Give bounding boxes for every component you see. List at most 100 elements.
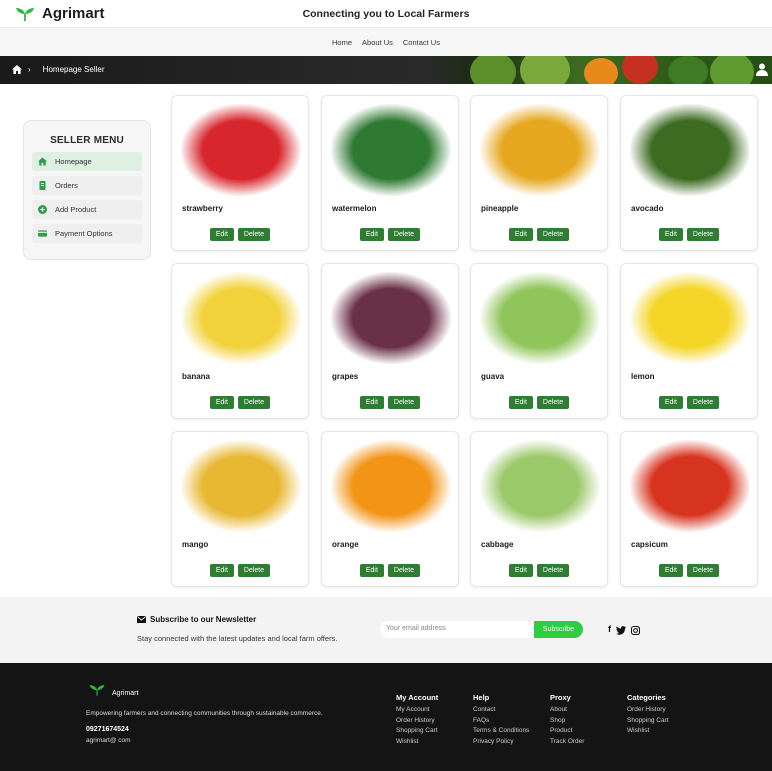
home-icon[interactable] xyxy=(12,65,22,74)
product-name: pineapple xyxy=(481,204,519,213)
breadcrumb: › Homepage Seller xyxy=(12,65,104,74)
breadcrumb-current: Homepage Seller xyxy=(42,65,105,74)
footer-link[interactable]: Contact xyxy=(473,705,529,716)
product-actions: Edit Delete xyxy=(471,228,607,241)
footer-link[interactable]: Order History xyxy=(396,716,438,727)
delete-button[interactable]: Delete xyxy=(536,228,570,241)
product-actions: Edit Delete xyxy=(172,564,308,577)
banner-fruit xyxy=(470,56,516,84)
product-name: orange xyxy=(332,540,359,549)
footer-col-categories: Categories Order History Shopping Cart W… xyxy=(627,693,669,737)
footer-link[interactable]: Wishlist xyxy=(627,726,669,737)
banner-fruit xyxy=(622,56,658,84)
product-name: watermelon xyxy=(332,204,377,213)
site-footer: Agrimart Empowering farmers and connecti… xyxy=(0,663,772,771)
delete-button[interactable]: Delete xyxy=(686,228,720,241)
delete-button[interactable]: Delete xyxy=(387,564,421,577)
footer-link[interactable]: FAQs xyxy=(473,716,529,727)
product-card: lemon Edit Delete xyxy=(620,263,758,419)
edit-button[interactable]: Edit xyxy=(508,396,533,409)
edit-button[interactable]: Edit xyxy=(209,564,234,577)
newsletter-subtitle: Stay connected with the latest updates a… xyxy=(137,634,338,643)
footer-brand-name: Agrimart xyxy=(112,689,139,697)
product-actions: Edit Delete xyxy=(322,228,458,241)
nav-home[interactable]: Home xyxy=(332,38,352,47)
product-card: avocado Edit Delete xyxy=(620,95,758,251)
menu-item-homepage[interactable]: Homepage xyxy=(32,152,142,171)
nav-about-us[interactable]: About Us xyxy=(362,38,393,47)
footer-link[interactable]: Terms & Conditions xyxy=(473,726,529,737)
delete-button[interactable]: Delete xyxy=(536,396,570,409)
product-image xyxy=(480,104,600,196)
menu-item-add-product[interactable]: Add Product xyxy=(32,200,142,219)
email-input[interactable]: Your email address xyxy=(380,621,540,638)
delete-button[interactable]: Delete xyxy=(387,396,421,409)
footer-col-my-account: My Account My Account Order History Shop… xyxy=(396,693,438,748)
delete-button[interactable]: Delete xyxy=(237,228,271,241)
menu-item-label: Add Product xyxy=(55,205,97,214)
add-icon xyxy=(38,205,47,214)
footer-link[interactable]: Shopping Cart xyxy=(396,726,438,737)
facebook-icon[interactable]: f xyxy=(608,624,611,635)
product-card: guava Edit Delete xyxy=(470,263,608,419)
product-name: capsicum xyxy=(631,540,668,549)
footer-link[interactable]: Product xyxy=(550,726,584,737)
footer-brand: Agrimart xyxy=(88,683,138,697)
edit-button[interactable]: Edit xyxy=(658,396,683,409)
edit-button[interactable]: Edit xyxy=(359,228,384,241)
edit-button[interactable]: Edit xyxy=(209,228,234,241)
footer-link[interactable]: Wishlist xyxy=(396,737,438,748)
product-image xyxy=(630,104,750,196)
breadcrumb-banner: › Homepage Seller xyxy=(0,56,772,84)
product-actions: Edit Delete xyxy=(471,564,607,577)
seller-menu-title: SELLER MENU xyxy=(50,135,124,146)
product-name: grapes xyxy=(332,372,359,381)
footer-col-heading: My Account xyxy=(396,693,439,702)
product-card: grapes Edit Delete xyxy=(321,263,459,419)
product-name: cabbage xyxy=(481,540,514,549)
user-icon[interactable] xyxy=(756,63,768,76)
product-image xyxy=(480,272,600,364)
edit-button[interactable]: Edit xyxy=(209,396,234,409)
top-header: Agrimart Connecting you to Local Farmers xyxy=(0,0,772,28)
footer-link[interactable]: Order History xyxy=(627,705,669,716)
edit-button[interactable]: Edit xyxy=(658,564,683,577)
delete-button[interactable]: Delete xyxy=(686,396,720,409)
footer-link[interactable]: Track Order xyxy=(550,737,584,748)
delete-button[interactable]: Delete xyxy=(387,228,421,241)
product-actions: Edit Delete xyxy=(322,564,458,577)
twitter-icon[interactable] xyxy=(616,626,626,635)
subscribe-button[interactable]: Subscribe xyxy=(534,621,583,638)
menu-item-orders[interactable]: Orders xyxy=(32,176,142,195)
nav-contact-us[interactable]: Contact Us xyxy=(403,38,440,47)
delete-button[interactable]: Delete xyxy=(237,564,271,577)
footer-col-help: Help Contact FAQs Terms & Conditions Pri… xyxy=(473,693,529,748)
product-image xyxy=(331,104,451,196)
product-actions: Edit Delete xyxy=(621,564,757,577)
main-nav: Home About Us Contact Us xyxy=(0,28,772,56)
menu-item-label: Homepage xyxy=(55,157,92,166)
edit-button[interactable]: Edit xyxy=(508,564,533,577)
footer-link[interactable]: About xyxy=(550,705,584,716)
footer-link[interactable]: Shopping Cart xyxy=(627,716,669,727)
edit-button[interactable]: Edit xyxy=(359,396,384,409)
footer-col-proxy: Proxy About Shop Product Track Order xyxy=(550,693,584,748)
menu-item-payment-options[interactable]: Payment Options xyxy=(32,224,142,243)
footer-link[interactable]: Shop xyxy=(550,716,584,727)
delete-button[interactable]: Delete xyxy=(536,564,570,577)
edit-button[interactable]: Edit xyxy=(508,228,533,241)
instagram-icon[interactable] xyxy=(631,626,640,635)
product-actions: Edit Delete xyxy=(322,396,458,409)
footer-link[interactable]: Privacy Policy xyxy=(473,737,529,748)
delete-button[interactable]: Delete xyxy=(237,396,271,409)
footer-link[interactable]: My Account xyxy=(396,705,438,716)
footer-col-heading: Help xyxy=(473,693,490,702)
edit-button[interactable]: Edit xyxy=(658,228,683,241)
product-card: strawberry Edit Delete xyxy=(171,95,309,251)
product-actions: Edit Delete xyxy=(172,396,308,409)
edit-button[interactable]: Edit xyxy=(359,564,384,577)
product-card: capsicum Edit Delete xyxy=(620,431,758,587)
product-actions: Edit Delete xyxy=(172,228,308,241)
delete-button[interactable]: Delete xyxy=(686,564,720,577)
menu-item-label: Payment Options xyxy=(55,229,113,238)
